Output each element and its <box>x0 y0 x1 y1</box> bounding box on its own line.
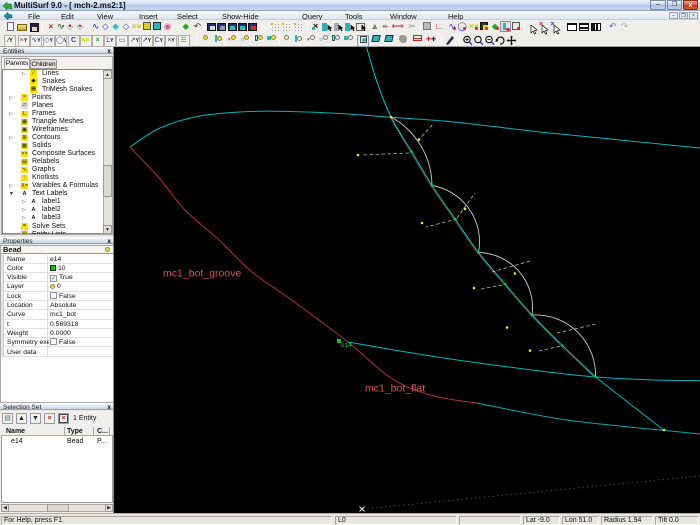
svg-text:mc1_bot_groove: mc1_bot_groove <box>163 268 241 280</box>
svg-text:e14: e14 <box>341 342 352 349</box>
svg-text:mc1_bot_flat: mc1_bot_flat <box>365 383 425 395</box>
